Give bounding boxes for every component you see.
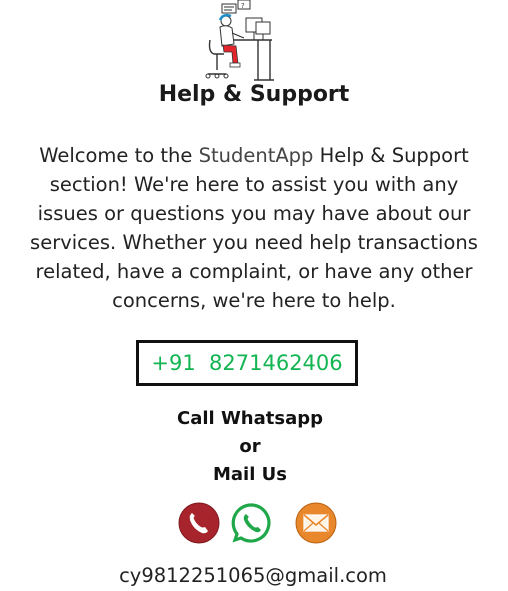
brand-name: StudentApp bbox=[198, 144, 314, 167]
phone-number[interactable]: +91 8271462406 bbox=[136, 340, 358, 386]
intro-text-rest: Help & Support section! We're here to as… bbox=[30, 144, 478, 312]
whatsapp-icon bbox=[231, 503, 272, 543]
phone-icon bbox=[178, 502, 220, 544]
mail-us-label: Mail Us bbox=[213, 464, 287, 485]
support-agent-at-desk-icon: ? bbox=[205, 0, 274, 81]
mail-icon bbox=[295, 502, 337, 544]
support-illustration: ? bbox=[196, 0, 276, 82]
svg-text:?: ? bbox=[241, 2, 245, 10]
call-button[interactable] bbox=[178, 502, 220, 544]
call-whatsapp-label: Call Whatsapp bbox=[176, 408, 323, 429]
intro-text-start: Welcome to the bbox=[39, 144, 199, 167]
mail-button[interactable] bbox=[295, 502, 337, 544]
intro-text: Welcome to the StudentApp Help & Support… bbox=[20, 141, 488, 315]
or-label: or bbox=[239, 436, 261, 457]
whatsapp-button[interactable] bbox=[231, 502, 273, 544]
page-title: Help & Support bbox=[158, 82, 350, 107]
email-address[interactable]: cy9812251065@gmail.com bbox=[0, 562, 506, 590]
